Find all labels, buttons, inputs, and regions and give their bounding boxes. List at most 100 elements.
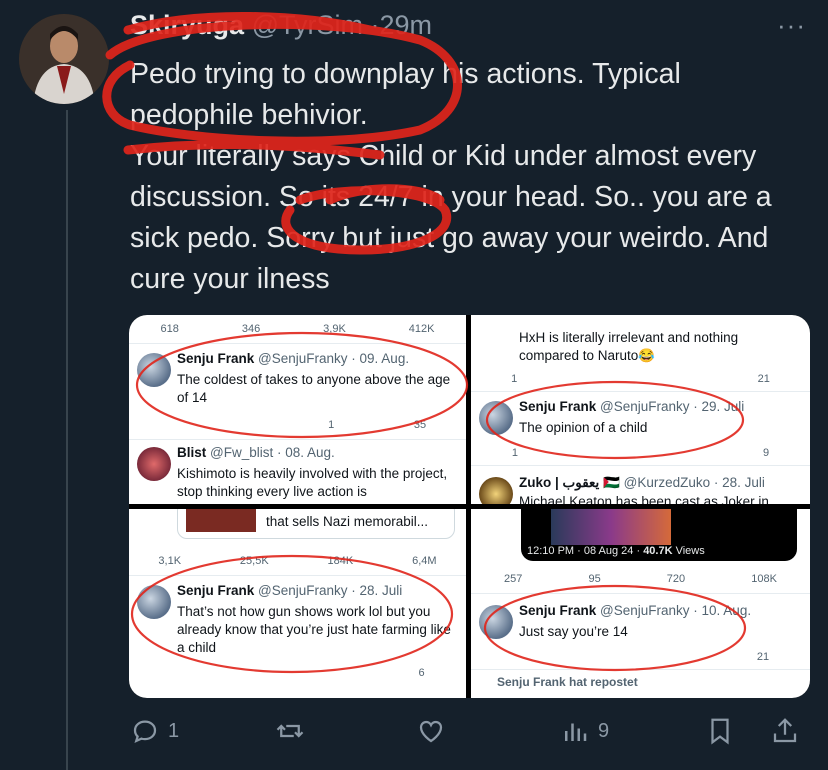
- mini-repost-count: 95: [588, 573, 601, 585]
- mini-action-bar: 257 95 720 108K: [471, 573, 810, 585]
- mini-author-handle: @SenjuFranky · 10. Aug.: [600, 603, 752, 618]
- repost-label: Senju Frank hat repostet: [497, 675, 638, 689]
- mini-action-bar: 6: [129, 667, 466, 679]
- embedded-card: that sells Nazi memorabil...: [177, 509, 455, 539]
- media-grid[interactable]: 618 346 3,9K 412K Senju Frank @SenjuFran…: [129, 315, 810, 698]
- screenshot-bottom-right[interactable]: 12:10 PM · 08 Aug 24 · 40.7K Views 257 9…: [471, 509, 810, 698]
- mini-author-handle: @SenjuFranky · 09. Aug.: [258, 351, 410, 366]
- reply-icon: [133, 720, 157, 744]
- divider: [471, 465, 810, 466]
- tweet-action-bar: 1 9: [130, 716, 810, 756]
- mini-avatar: [479, 401, 513, 435]
- post-views: 40.7K: [643, 545, 673, 557]
- heart-icon: [419, 720, 443, 743]
- mini-author: Senju Frank @SenjuFranky · 28. Juli: [177, 583, 402, 598]
- mini-tweet-text: That’s not how gun shows work lol but yo…: [177, 604, 451, 655]
- mini-avatar: [479, 477, 513, 504]
- mini-author-name: Senju Frank: [519, 399, 597, 414]
- tweet-header: Skiryuga @TyrSim ·29m: [130, 10, 432, 41]
- reply-button[interactable]: 1: [130, 716, 179, 746]
- mini-author-name: Senju Frank: [177, 583, 255, 598]
- screenshot-top-right[interactable]: HxH is literally irrelevant and nothing …: [471, 315, 810, 504]
- divider: [129, 343, 466, 344]
- mini-author: Zuko | يعقوب 🇵🇸 @KurzedZuko · 28. Juli: [519, 475, 765, 491]
- screenshot-top-left[interactable]: 618 346 3,9K 412K Senju Frank @SenjuFran…: [129, 315, 466, 504]
- tweet-line-1: Pedo trying to downplay his actions. Typ…: [130, 58, 681, 131]
- reply-count: 1: [168, 719, 180, 742]
- repost-icon: [276, 724, 304, 738]
- divider: [471, 391, 810, 392]
- views-button[interactable]: 9: [560, 716, 609, 746]
- bookmark-icon: [711, 718, 729, 745]
- mini-author-name: Blist: [177, 445, 207, 460]
- divider: [129, 575, 466, 576]
- mini-view-count: 35: [413, 419, 427, 431]
- mini-repost-count: 346: [241, 323, 261, 335]
- mini-reply-count: 1: [511, 447, 518, 459]
- video-thumbnail: [551, 509, 671, 545]
- mini-action-bar: 1 35: [129, 419, 466, 431]
- mini-like-count: 184K: [327, 555, 354, 567]
- mini-author: Senju Frank @SenjuFranky · 29. Juli: [519, 399, 744, 414]
- repost-button[interactable]: [275, 716, 305, 746]
- mini-avatar: [137, 585, 171, 619]
- screenshot-bottom-left[interactable]: that sells Nazi memorabil... 3,1K 25,5K …: [129, 509, 466, 698]
- divider: [471, 669, 810, 670]
- mini-reply-count: 3,1K: [158, 555, 182, 567]
- mini-author: Blist @Fw_blist · 08. Aug.: [177, 445, 335, 460]
- mini-view-count: 21: [757, 373, 770, 385]
- author-name[interactable]: Skiryuga: [130, 10, 244, 40]
- mini-view-count: 9: [763, 447, 770, 459]
- mini-action-bar: 21: [471, 651, 810, 663]
- mini-reply-count: 618: [160, 323, 179, 335]
- mini-avatar: [137, 447, 171, 481]
- mini-like-count: 1: [328, 419, 335, 431]
- mini-tweet-text: Kishimoto is heavily involved with the p…: [177, 466, 448, 499]
- like-button[interactable]: [416, 716, 446, 746]
- mini-author-name: Senju Frank: [177, 351, 255, 366]
- avatar[interactable]: [19, 14, 109, 104]
- mini-reply-count: 1: [511, 373, 518, 385]
- mini-repost-count: 25,5K: [239, 555, 269, 567]
- mini-tweet-text: The coldest of takes to anyone above the…: [177, 372, 451, 405]
- more-options-icon[interactable]: ···: [777, 10, 806, 41]
- mini-reply-count: 257: [504, 573, 523, 585]
- thread-line: [66, 110, 68, 770]
- mini-like-count: 3,9K: [323, 323, 346, 335]
- mini-tweet-text: The opinion of a child: [519, 420, 648, 435]
- mini-author-name: Senju Frank: [519, 603, 597, 618]
- mini-like-count: 720: [666, 573, 686, 585]
- mini-avatar: [137, 353, 171, 387]
- share-button[interactable]: [770, 716, 800, 746]
- mini-action-bar: 1 9: [471, 447, 810, 459]
- mini-action-bar: 1 21: [471, 373, 810, 385]
- mini-author-handle: @KurzedZuko · 28. Juli: [623, 475, 765, 490]
- separator-dot: ·: [370, 10, 380, 40]
- bookmark-button[interactable]: [705, 716, 735, 746]
- mini-author-handle: @SenjuFranky · 28. Juli: [258, 583, 403, 598]
- mini-view-count: 6: [418, 667, 425, 679]
- mini-view-count: 21: [756, 651, 770, 663]
- timestamp[interactable]: 29m: [380, 10, 433, 40]
- divider: [129, 439, 466, 440]
- post-timestamp: 12:10 PM · 08 Aug 24 · 40.7K Views: [527, 545, 705, 557]
- views-icon: [565, 723, 587, 741]
- mini-avatar: [479, 605, 513, 639]
- mini-action-bar: 618 346 3,9K 412K: [129, 323, 466, 335]
- mini-author-handle: @SenjuFranky · 29. Juli: [600, 399, 745, 414]
- embedded-card-text: that sells Nazi memorabil...: [266, 514, 429, 529]
- mini-author: Senju Frank @SenjuFranky · 09. Aug.: [177, 351, 409, 366]
- share-icon: [773, 718, 797, 743]
- mini-author-handle: @Fw_blist · 08. Aug.: [210, 445, 335, 460]
- mini-action-bar: 3,1K 25,5K 184K 6,4M: [129, 555, 466, 567]
- mini-view-count: 6,4M: [412, 555, 437, 567]
- post-views-label: Views: [672, 545, 705, 557]
- divider: [471, 593, 810, 594]
- mini-author-name: Zuko | يعقوب 🇵🇸: [519, 475, 620, 490]
- mini-tweet-text: HxH is literally irrelevant and nothing …: [519, 330, 739, 363]
- author-handle[interactable]: @TyrSim: [252, 10, 363, 40]
- views-count: 9: [598, 719, 610, 742]
- post-time: 12:10 PM · 08 Aug 24 ·: [527, 545, 644, 557]
- mini-view-count: 412K: [408, 323, 435, 335]
- tweet-text: Pedo trying to downplay his actions. Typ…: [130, 54, 800, 300]
